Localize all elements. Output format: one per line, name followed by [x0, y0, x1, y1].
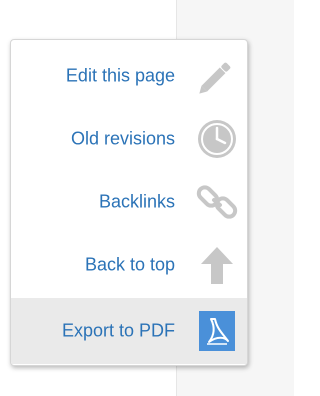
arrow-up-icon	[195, 243, 239, 287]
pdf-icon	[195, 309, 239, 353]
export-pdf-label: Export to PDF	[61, 320, 175, 341]
old-revisions-label: Old revisions	[70, 128, 175, 149]
clock-icon	[195, 117, 239, 161]
page-tools-menu: Edit this page Old revisions Backlinks B…	[10, 39, 248, 366]
edit-page-label: Edit this page	[65, 65, 175, 86]
export-pdf-button[interactable]: Export to PDF	[11, 298, 247, 364]
back-to-top-label: Back to top	[84, 254, 175, 275]
pencil-icon	[195, 54, 239, 98]
back-to-top-button[interactable]: Back to top	[11, 235, 247, 295]
old-revisions-button[interactable]: Old revisions	[11, 109, 247, 169]
chain-link-icon	[195, 180, 239, 224]
backlinks-label: Backlinks	[98, 191, 175, 212]
backlinks-button[interactable]: Backlinks	[11, 172, 247, 232]
edit-page-button[interactable]: Edit this page	[11, 46, 247, 106]
